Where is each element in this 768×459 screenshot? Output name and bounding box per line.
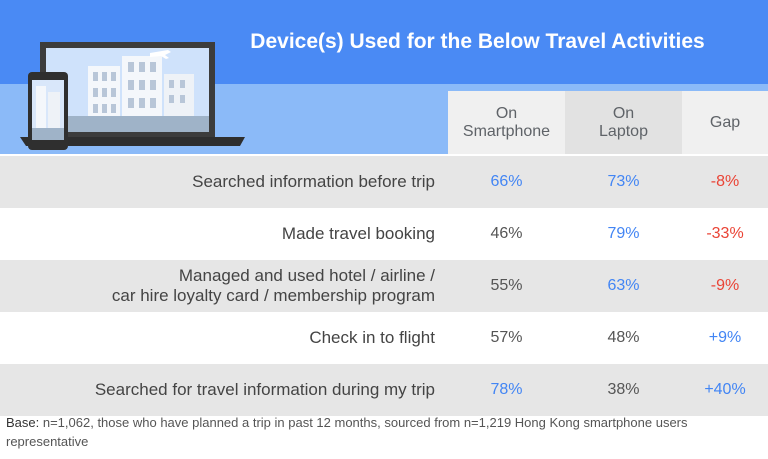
table-row: Made travel booking 46% 79% -33% xyxy=(0,208,768,260)
base-text: n=1,062, those who have planned a trip i… xyxy=(6,415,688,449)
smartphone-value: 55% xyxy=(490,277,523,294)
base-footnote: Base: n=1,062, those who have planned a … xyxy=(6,413,762,451)
row-label: Managed and used hotel / airline / car hi… xyxy=(111,266,435,305)
laptop-value: 48% xyxy=(607,329,640,346)
column-header-smartphone: On Smartphone xyxy=(448,91,565,154)
row-label: Check in to flight xyxy=(309,328,435,347)
laptop-value: 73% xyxy=(607,173,640,190)
table-row: Check in to flight 57% 48% +9% xyxy=(0,312,768,364)
gap-value: -33% xyxy=(706,225,744,242)
laptop-value: 38% xyxy=(607,381,640,398)
chart-title: Device(s) Used for the Below Travel Acti… xyxy=(250,30,705,53)
table-row: Searched information before trip 66% 73% -8… xyxy=(0,156,768,208)
gap-value: -9% xyxy=(710,277,740,294)
base-label: Base: xyxy=(6,415,40,430)
smartphone-value: 78% xyxy=(490,381,523,398)
gap-value: -8% xyxy=(710,173,740,190)
row-label: Made travel booking xyxy=(281,224,435,243)
column-header-laptop: On Laptop xyxy=(565,91,682,154)
table-row: Managed and used hotel / airline / car hi… xyxy=(0,260,768,312)
laptop-value: 79% xyxy=(607,225,640,242)
smartphone-value: 46% xyxy=(490,225,523,242)
laptop-value: 63% xyxy=(607,277,640,294)
table-row: Searched for travel information during m… xyxy=(0,364,768,416)
smartphone-value: 57% xyxy=(490,329,523,346)
smartphone-icon xyxy=(28,72,68,150)
smartphone-value: 66% xyxy=(490,173,523,190)
gap-value: +40% xyxy=(704,381,746,398)
gap-value: +9% xyxy=(708,329,742,346)
row-label: Searched information before trip xyxy=(192,172,435,191)
column-header-gap: Gap xyxy=(682,91,768,154)
row-label: Searched for travel information during m… xyxy=(94,380,435,399)
